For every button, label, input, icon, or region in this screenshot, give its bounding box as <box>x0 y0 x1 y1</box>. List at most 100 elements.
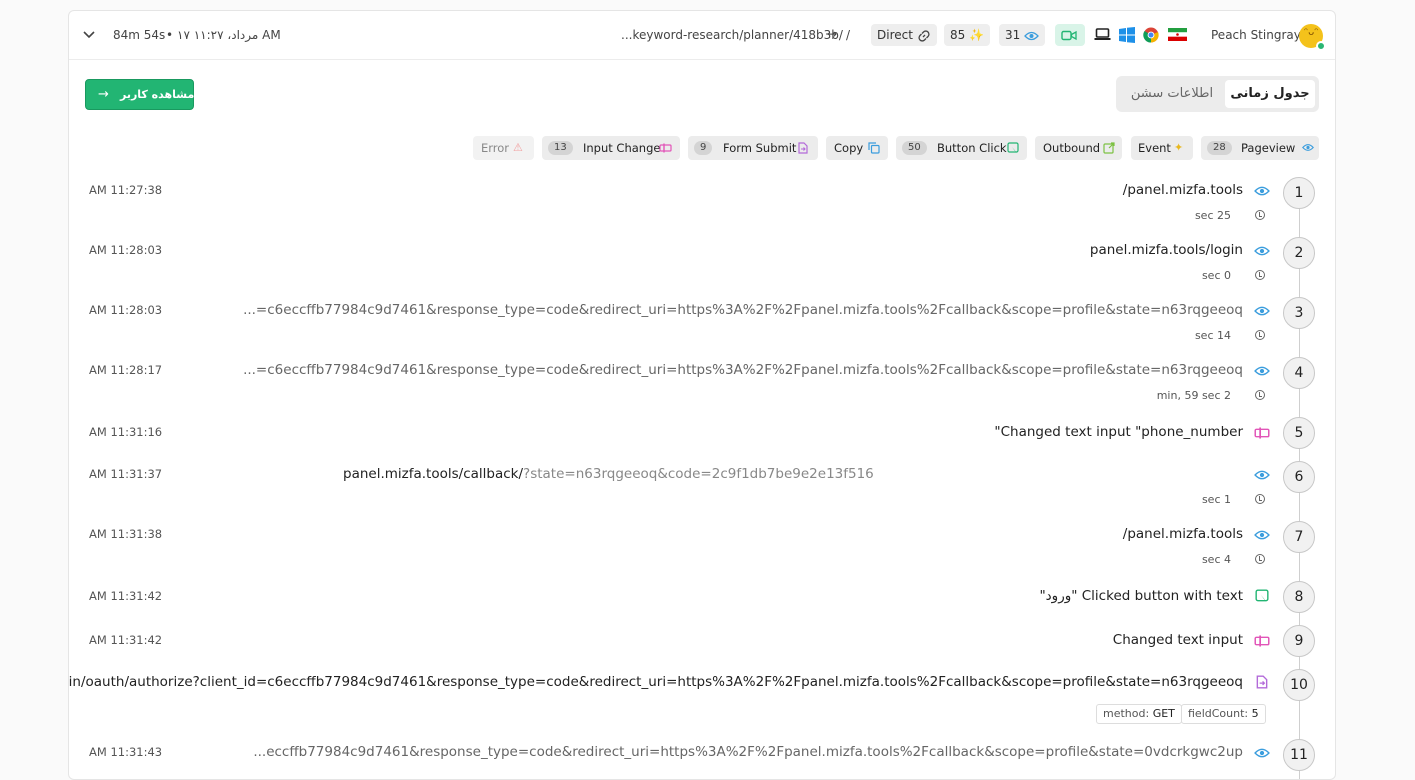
filter-pageview[interactable]: 28 Pageview <box>1201 136 1319 160</box>
collapse-chevron-icon[interactable] <box>83 28 95 42</box>
sparkle-icon: ✨ <box>969 28 985 42</box>
copy-icon <box>868 142 880 154</box>
filter-label: Outbound <box>1043 141 1101 155</box>
filter-form-submit[interactable]: 9 Form Submit <box>688 136 818 160</box>
filter-count: 13 <box>548 140 573 155</box>
video-badge[interactable] <box>1055 24 1085 46</box>
online-status-dot <box>1316 41 1326 51</box>
event-number: 9 <box>1283 625 1315 657</box>
laptop-icon <box>1094 28 1111 40</box>
separator-dot: • <box>166 28 174 42</box>
clock-icon <box>1255 270 1265 280</box>
event-time: AM 11:28:03 <box>89 243 163 257</box>
chrome-icon <box>1143 27 1159 43</box>
clock-icon <box>1255 554 1265 564</box>
filter-count: 50 <box>902 140 927 155</box>
link-icon <box>918 29 930 42</box>
eye-icon <box>1254 366 1270 376</box>
event-text[interactable]: "Changed text input "phone_number <box>994 424 1243 440</box>
event-text[interactable]: /panel.mizfa.tools <box>1123 182 1243 198</box>
session-datetime: ۱۷ مرداد، ۱۱:۲۷ AM <box>177 28 281 42</box>
filter-label: Button Click <box>937 141 1007 155</box>
event-number: 10 <box>1283 669 1315 701</box>
event-time: AM 11:31:42 <box>89 633 163 647</box>
event-number: 5 <box>1283 417 1315 449</box>
filter-outbound[interactable]: Outbound <box>1035 136 1122 160</box>
score-value: 85 <box>950 28 966 42</box>
view-tabs: جدول زمانی اطلاعات سشن <box>1116 76 1319 112</box>
event-number: 1 <box>1283 177 1315 209</box>
event-text[interactable]: panel.mizfa.tools/callback/?state=n63rqg… <box>343 466 874 482</box>
input-change-icon <box>1254 427 1270 439</box>
event-number: 6 <box>1283 461 1315 493</box>
filter-label: Input Change <box>583 141 661 155</box>
pageviews-badge: 31 <box>999 24 1046 46</box>
event-url: panel.mizfa.tools/callback/ <box>343 466 524 482</box>
filter-count: 28 <box>1207 140 1232 155</box>
user-name[interactable]: Peach Stingray <box>1211 28 1301 42</box>
filter-input-change[interactable]: 13 Input Change <box>542 136 680 160</box>
view-user-button[interactable]: → مشاهده کاربر <box>85 79 194 110</box>
form-submit-icon <box>798 142 808 154</box>
filter-count: 9 <box>694 140 713 155</box>
event-time: AM 11:28:03 <box>89 303 163 317</box>
filter-label: Event <box>1138 141 1171 155</box>
event-duration: min, 59 sec 2 <box>1156 389 1231 402</box>
event-time: AM 11:31:43 <box>89 745 163 759</box>
event-number: 7 <box>1283 521 1315 553</box>
eye-icon <box>1254 530 1270 540</box>
event-text[interactable]: /panel.mizfa.tools <box>1123 526 1243 542</box>
event-time: AM 11:31:16 <box>89 425 163 439</box>
event-number: 11 <box>1283 739 1315 771</box>
button-click-icon <box>1255 589 1269 602</box>
source-badge: Direct <box>871 24 937 46</box>
arrow-right-icon: → <box>98 87 109 102</box>
iran-flag-icon <box>1168 28 1187 41</box>
url-slash: / <box>846 28 851 42</box>
event-number: 8 <box>1283 581 1315 613</box>
video-camera-icon <box>1061 30 1077 41</box>
avatar[interactable]: ᵔᴗᵔ <box>1299 24 1326 51</box>
external-link-icon <box>1103 142 1115 154</box>
tab-session-info[interactable]: اطلاعات سشن <box>1124 80 1220 108</box>
filter-label: Error <box>481 141 510 155</box>
view-user-label: مشاهده کاربر <box>120 88 195 101</box>
filter-button-click[interactable]: 50 Button Click <box>896 136 1027 160</box>
input-change-icon <box>1254 635 1270 647</box>
url-path[interactable]: ...keyword-research/planner/418b3b/ <box>621 28 843 42</box>
clock-icon <box>1255 494 1265 504</box>
event-duration: sec 25 <box>1194 209 1231 222</box>
filter-label: Copy <box>834 141 864 155</box>
event-time: AM 11:28:17 <box>89 363 163 377</box>
clock-icon <box>1255 210 1265 220</box>
input-change-icon <box>659 143 672 153</box>
event-text[interactable]: ...eccffb77984c9d7461&response_type=code… <box>253 744 1243 760</box>
filter-event[interactable]: Event ✦ <box>1131 136 1193 160</box>
session-duration: 84m 54s <box>113 28 166 42</box>
warning-icon: ⚠ <box>513 141 523 154</box>
filter-error[interactable]: Error ⚠ <box>473 136 534 160</box>
event-text[interactable]: binesh-ec.com/login/oauth/authorize?clie… <box>69 674 1243 690</box>
clock-icon <box>1255 390 1265 400</box>
event-text[interactable]: panel.mizfa.tools/login <box>1090 242 1243 258</box>
event-text[interactable]: ...=c6eccffb77984c9d7461&response_type=c… <box>243 302 1243 318</box>
event-time: AM 11:31:37 <box>89 467 163 481</box>
event-text[interactable]: ...=c6eccffb77984c9d7461&response_type=c… <box>243 362 1243 378</box>
tab-timeline[interactable]: جدول زمانی <box>1225 80 1315 108</box>
clock-icon <box>1255 330 1265 340</box>
event-text[interactable]: Changed text input <box>1113 632 1243 648</box>
event-number: 4 <box>1283 357 1315 389</box>
event-time: AM 11:31:38 <box>89 527 163 541</box>
event-time: AM 11:31:42 <box>89 589 163 603</box>
eye-icon <box>1254 186 1270 196</box>
event-text[interactable]: "ورود" Clicked button with text <box>1039 588 1243 604</box>
event-duration: sec 0 <box>1201 269 1231 282</box>
form-submit-icon <box>1256 675 1268 689</box>
arrow-right-icon: → <box>827 27 838 41</box>
filter-label: Pageview <box>1241 141 1296 155</box>
windows-icon <box>1119 27 1135 43</box>
event-time: AM 11:27:38 <box>89 183 163 197</box>
form-tag-method: method: GET <box>1096 704 1182 724</box>
avatar-face-icon: ᵔᴗᵔ <box>1304 27 1319 38</box>
filter-copy[interactable]: Copy <box>826 136 888 160</box>
